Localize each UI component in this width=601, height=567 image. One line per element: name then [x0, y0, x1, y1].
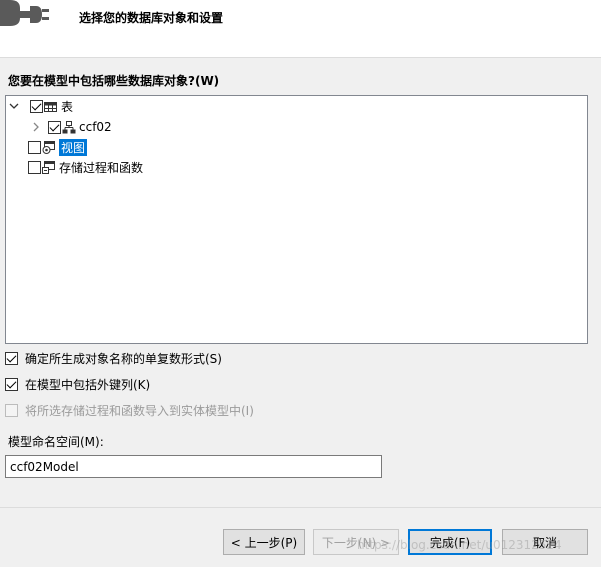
- footer-divider: [0, 507, 601, 508]
- foreign-keys-option[interactable]: 在模型中包括外键列(K): [5, 376, 150, 393]
- tree-node-ccf02[interactable]: ccf02: [30, 118, 112, 136]
- view-icon: [42, 140, 55, 154]
- cancel-button[interactable]: 取消: [502, 529, 588, 555]
- tree-label-stored-procedures: 存储过程和函数: [59, 160, 144, 175]
- import-procs-label: 将所选存储过程和函数导入到实体模型中(I): [25, 404, 254, 418]
- import-procs-checkbox: [5, 404, 18, 417]
- tree-node-views[interactable]: 视图: [28, 138, 88, 156]
- tree-node-stored-procedures[interactable]: 存储过程和函数: [28, 158, 143, 176]
- wizard-header: 选择您的数据库对象和设置: [0, 0, 601, 58]
- tree-checkbox-views[interactable]: [28, 140, 41, 154]
- namespace-input[interactable]: [5, 455, 382, 478]
- stored-procedure-icon: [42, 160, 55, 174]
- wizard-title: 选择您的数据库对象和设置: [79, 11, 224, 25]
- tree-label-ccf02: ccf02: [79, 120, 112, 134]
- foreign-keys-label: 在模型中包括外键列(K): [25, 378, 151, 392]
- pluralize-option[interactable]: 确定所生成对象名称的单复数形式(S): [5, 350, 222, 367]
- pluralize-checkbox[interactable]: [5, 352, 18, 365]
- next-button: 下一步(N) >: [313, 529, 399, 555]
- database-plug-icon: [0, 0, 49, 26]
- foreign-keys-checkbox[interactable]: [5, 378, 18, 391]
- pluralize-label: 确定所生成对象名称的单复数形式(S): [25, 352, 222, 366]
- finish-button[interactable]: 完成(F): [408, 529, 492, 555]
- collapse-chevron-icon[interactable]: [8, 100, 20, 112]
- tree-label-tables: 表: [61, 99, 74, 114]
- import-procs-option: 将所选存储过程和函数导入到实体模型中(I): [5, 402, 254, 419]
- tree-checkbox-tables[interactable]: [30, 99, 43, 113]
- tree-node-tables[interactable]: 表: [8, 97, 73, 115]
- table-icon: [44, 101, 57, 112]
- tree-label-views: 视图: [59, 138, 88, 156]
- back-button[interactable]: < 上一步(P): [223, 529, 305, 555]
- tree-checkbox-ccf02[interactable]: [48, 120, 61, 134]
- schema-icon: [62, 120, 76, 133]
- namespace-label: 模型命名空间(M):: [8, 435, 104, 449]
- tree-checkbox-stored-procedures[interactable]: [28, 160, 41, 174]
- expand-chevron-icon[interactable]: [30, 121, 42, 133]
- objects-prompt: 您要在模型中包括哪些数据库对象?(W): [8, 74, 220, 88]
- database-objects-tree[interactable]: 表 ccf02 视图 存储过程和函数: [5, 95, 588, 344]
